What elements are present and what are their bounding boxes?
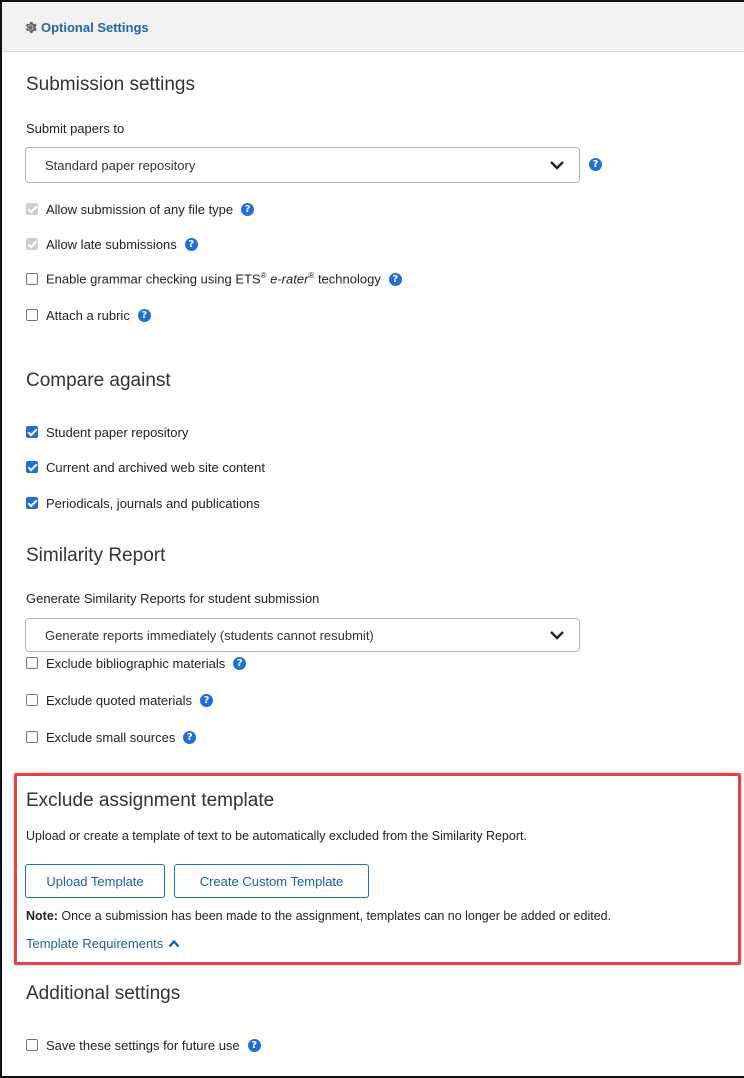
submission-settings-heading: Submission settings [26,74,195,95]
option-label: Enable grammar checking using ETS® e-rat… [46,271,381,287]
exclude-bibliographic-checkbox[interactable] [26,657,38,669]
option-attach-rubric[interactable]: Attach a rubric ? [26,307,151,323]
additional-settings-heading: Additional settings [26,983,181,1004]
exclude-quoted-checkbox[interactable] [26,694,38,706]
template-note: Note: Once a submission has been made to… [26,909,611,923]
option-label: Exclude small sources [46,729,176,745]
help-icon[interactable]: ? [233,656,247,670]
chevron-down-icon [550,161,564,170]
generate-reports-label: Generate Similarity Reports for student … [26,591,320,606]
option-label: Save these settings for future use [46,1037,240,1053]
note-text: Once a submission has been made to the a… [57,909,612,923]
option-label: Student paper repository [46,424,189,440]
exclude-template-heading: Exclude assignment template [26,790,275,811]
web-content-checkbox[interactable] [26,461,38,473]
option-label: Attach a rubric [46,307,130,323]
option-label: Exclude quoted materials [46,692,192,708]
option-any-file-type: Allow submission of any file type ? [26,201,255,217]
submit-papers-label: Submit papers to [26,121,125,136]
help-icon[interactable]: ? [183,730,197,744]
option-periodicals[interactable]: Periodicals, journals and publications [26,495,260,511]
optional-settings-header[interactable]: Optional Settings [2,2,744,52]
option-save-settings[interactable]: Save these settings for future use ? [26,1037,261,1053]
generate-reports-value: Generate reports immediately (students c… [45,628,374,643]
option-label: Current and archived web site content [46,459,265,475]
option-student-repository[interactable]: Student paper repository [26,424,188,440]
similarity-report-heading: Similarity Report [26,545,166,566]
student-repository-checkbox[interactable] [26,426,38,438]
option-web-content[interactable]: Current and archived web site content [26,459,265,475]
note-bold: Note: [26,909,58,923]
option-exclude-quoted[interactable]: Exclude quoted materials ? [26,692,213,708]
help-icon[interactable]: ? [247,1038,261,1052]
template-requirements-link[interactable]: Template Requirements [26,936,180,951]
attach-rubric-checkbox[interactable] [26,309,38,321]
save-settings-checkbox[interactable] [26,1039,38,1051]
option-grammar-checking[interactable]: Enable grammar checking using ETS® e-rat… [26,271,402,287]
header-title: Optional Settings [41,20,149,35]
option-label: Allow late submissions [46,236,177,252]
late-submissions-checkbox [26,238,38,250]
exclude-small-sources-checkbox[interactable] [26,731,38,743]
gear-icon [25,21,37,34]
help-icon[interactable]: ? [589,158,602,171]
header-title-wrap: Optional Settings [24,20,149,35]
submit-papers-select[interactable]: Standard paper repository [25,147,580,183]
help-icon[interactable]: ? [137,308,151,322]
chevron-down-icon [550,631,564,640]
option-exclude-small-sources[interactable]: Exclude small sources ? [26,729,197,745]
create-custom-template-button[interactable]: Create Custom Template [174,864,369,898]
option-late-submissions: Allow late submissions ? [26,236,198,252]
help-icon[interactable]: ? [184,237,198,251]
help-icon[interactable]: ? [388,272,402,286]
grammar-checking-checkbox[interactable] [26,273,38,285]
template-requirements-label: Template Requirements [26,936,164,951]
compare-against-heading: Compare against [26,370,171,391]
option-label: Periodicals, journals and publications [46,495,260,511]
submit-papers-value: Standard paper repository [45,158,196,173]
any-file-type-checkbox [26,203,38,215]
periodicals-checkbox[interactable] [26,497,38,509]
exclude-template-description: Upload or create a template of text to b… [26,829,527,843]
option-label: Allow submission of any file type [46,201,234,217]
help-icon[interactable]: ? [241,202,255,216]
help-icon[interactable]: ? [199,693,213,707]
upload-template-button[interactable]: Upload Template [25,864,165,898]
option-exclude-bibliographic[interactable]: Exclude bibliographic materials ? [26,655,247,671]
option-label: Exclude bibliographic materials [46,655,226,671]
generate-reports-select[interactable]: Generate reports immediately (students c… [25,618,580,652]
chevron-up-icon [168,939,180,948]
